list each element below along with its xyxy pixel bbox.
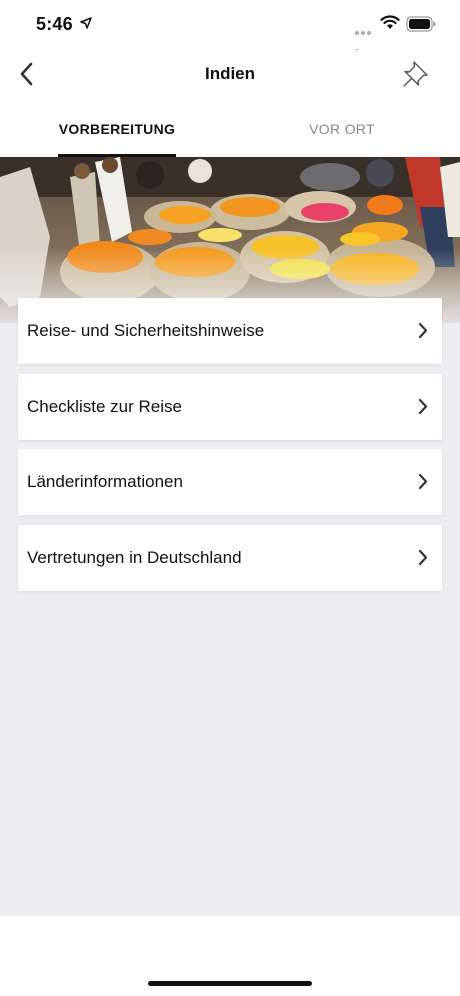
battery-icon (406, 16, 436, 32)
tab-vorbereitung[interactable]: VORBEREITUNG (58, 100, 176, 157)
home-indicator[interactable] (148, 981, 312, 986)
tab-vor-ort[interactable]: VOR ORT (290, 100, 394, 157)
location-arrow-icon (80, 17, 92, 29)
pin-button[interactable] (396, 56, 436, 92)
chevron-right-icon (418, 398, 428, 415)
chevron-right-icon (418, 322, 428, 339)
tab-bar: VORBEREITUNG VOR ORT (0, 100, 460, 157)
menu-item-reise-und-sicherheitshinweise[interactable]: Reise- und Sicherheitshinweise (18, 298, 442, 364)
chevron-right-icon (418, 549, 428, 566)
menu-item-vertretungen-in-deutschland[interactable]: Vertretungen in Deutschland (18, 525, 442, 591)
page-title: Indien (204, 64, 256, 83)
chevron-right-icon (418, 473, 428, 490)
signal-dots-icon (355, 22, 377, 53)
menu-item-label: Länderinformationen (27, 472, 183, 491)
wifi-icon (380, 15, 400, 29)
status-bar: 5:46 (0, 0, 460, 53)
pin-icon (403, 61, 428, 87)
menu-item-label: Reise- und Sicherheitshinweise (27, 321, 265, 340)
navigation-bar: Indien (0, 50, 460, 100)
menu-item-checkliste-zur-reise[interactable]: Checkliste zur Reise (18, 374, 442, 440)
content-area: Reise- und Sicherheitshinweise Checklist… (0, 298, 460, 916)
menu-item-label: Vertretungen in Deutschland (27, 548, 242, 567)
bottom-area (0, 916, 460, 996)
menu-item-laenderinformationen[interactable]: Länderinformationen (18, 449, 442, 515)
status-time: 5:46 (36, 14, 73, 34)
menu-item-label: Checkliste zur Reise (27, 397, 182, 416)
